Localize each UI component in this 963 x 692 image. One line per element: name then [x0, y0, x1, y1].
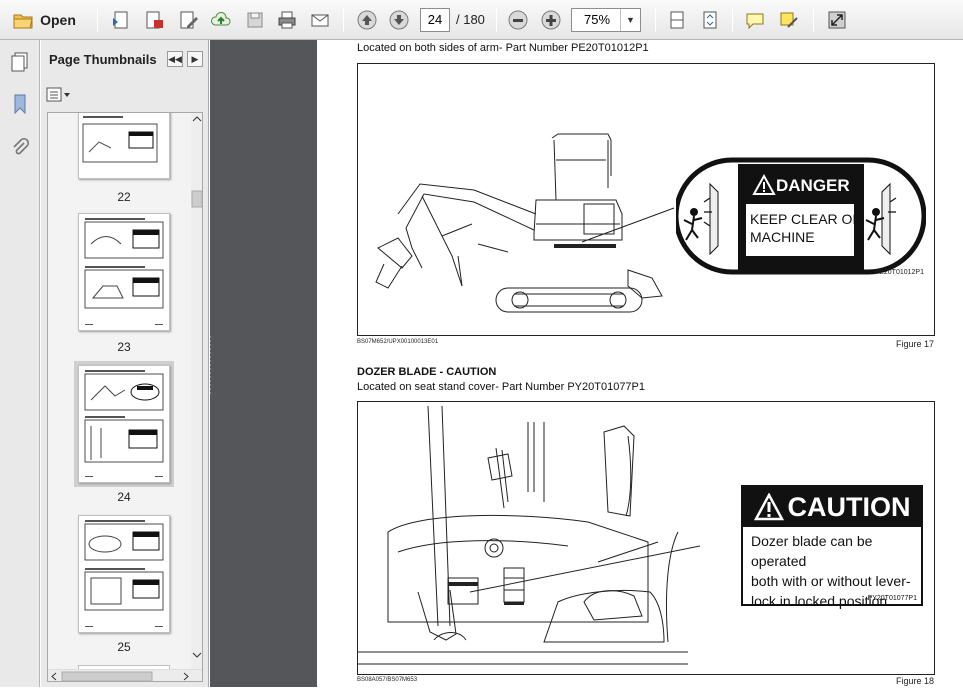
open-button[interactable]: Open: [6, 7, 82, 33]
thumbnails-panel: Page Thumbnails ◀◀ ▶ 22 23 24 25: [41, 40, 209, 687]
plus-circle-icon: [541, 10, 561, 30]
danger-line1: KEEP CLEAR OF: [750, 211, 861, 227]
thumbnail-page[interactable]: [78, 213, 170, 331]
create-pdf-icon: [113, 11, 128, 29]
envelope-icon: [311, 14, 329, 27]
fig17-label: Figure 17: [896, 339, 935, 349]
thumbnail-page[interactable]: [78, 515, 170, 633]
danger-label-graphic: DANGER KEEP CLEAR OF MACHINE: [676, 157, 926, 275]
options-menu-icon: [46, 87, 70, 102]
caution-line1: Dozer blade can be operated: [751, 533, 873, 569]
print-button[interactable]: [274, 7, 300, 33]
main-toolbar: Open 24 / 180 75% ▼: [0, 0, 963, 40]
panel-options-button[interactable]: [46, 86, 74, 104]
caution-part-code: PY20T01077P1: [867, 595, 917, 602]
attachments-button[interactable]: [6, 134, 34, 162]
printer-icon: [278, 11, 296, 29]
thumbnail-page-selected[interactable]: [78, 365, 170, 483]
open-label: Open: [40, 12, 76, 28]
speech-bubble-icon: [746, 13, 764, 30]
fig18-label: Figure 18: [896, 676, 935, 686]
figure17-box: DANGER KEEP CLEAR OF MACHINE PE20T01012P…: [357, 63, 935, 336]
fit-page-icon: [703, 11, 717, 29]
navigation-rail: [0, 40, 40, 687]
bookmarks-button[interactable]: [6, 90, 34, 118]
pages-icon: [11, 52, 28, 72]
warning-triangle-icon: [753, 493, 784, 521]
figure18-caption: Located on seat stand cover- Part Number…: [357, 381, 646, 393]
thumbnail-list[interactable]: 22 23 24 25: [47, 112, 203, 682]
thumbnail-page[interactable]: [78, 113, 170, 179]
horizontal-scrollbar[interactable]: [48, 669, 202, 681]
paperclip-icon: [13, 137, 30, 155]
fit-page-button[interactable]: [697, 7, 723, 33]
caution-title: CAUTION: [787, 491, 911, 522]
scroll-mode-icon: [670, 11, 684, 29]
edit-pdf-icon: [180, 11, 198, 29]
floppy-disk-icon: [247, 12, 263, 28]
caution-header: CAUTION: [743, 487, 921, 527]
caution-line2: both with or without lever-: [751, 573, 911, 589]
chevron-down-icon[interactable]: ▼: [620, 9, 640, 31]
fullscreen-button[interactable]: [824, 7, 850, 33]
highlighter-icon: [780, 12, 798, 28]
caution-label: CAUTION Dozer blade can be operated both…: [741, 485, 923, 609]
bookmark-icon: [14, 94, 26, 115]
danger-title: DANGER: [776, 176, 850, 195]
page-total: / 180: [456, 12, 485, 27]
expand-icon: [828, 11, 846, 29]
thumbnail-page-number: 24: [117, 490, 131, 504]
thumbnail-page-number: 22: [117, 190, 131, 204]
zoom-in-button[interactable]: [538, 7, 564, 33]
zoom-value: 75%: [584, 12, 611, 27]
fit-width-button[interactable]: [664, 7, 690, 33]
cloud-upload-icon: [211, 11, 231, 26]
thumbnail-page-number: 23: [117, 340, 131, 354]
expand-panel-button[interactable]: ▶: [187, 51, 203, 67]
comment-button[interactable]: [742, 7, 768, 33]
vertical-scrollbar[interactable]: [191, 113, 202, 673]
panel-splitter[interactable]: [209, 40, 212, 687]
document-gutter: [210, 40, 317, 687]
export-pdf-button[interactable]: [141, 7, 167, 33]
figure17-caption: Located on both sides of arm- Part Numbe…: [357, 42, 649, 54]
fig18-reference: BS08A057/BS07M653: [357, 677, 418, 683]
upload-button[interactable]: [208, 7, 234, 33]
next-page-button[interactable]: [386, 7, 412, 33]
page-thumbnails-button[interactable]: [6, 48, 34, 76]
edit-pdf-button[interactable]: [175, 7, 201, 33]
arrow-up-circle-icon: [357, 10, 377, 30]
thumbnail-page-number: 25: [117, 640, 131, 654]
save-button[interactable]: [242, 7, 268, 33]
collapse-panel-button[interactable]: ◀◀: [167, 51, 183, 67]
figure18-box: CAUTION Dozer blade can be operated both…: [357, 401, 935, 675]
fig17-reference: BS07M652/UPX00100013E01: [357, 339, 439, 345]
create-pdf-button[interactable]: [108, 7, 134, 33]
email-button[interactable]: [307, 7, 333, 33]
export-pdf-icon: [146, 11, 163, 29]
folder-icon: [13, 14, 33, 29]
zoom-select[interactable]: 75% ▼: [571, 8, 641, 32]
minus-circle-icon: [508, 10, 528, 30]
zoom-out-button[interactable]: [505, 7, 531, 33]
panel-title: Page Thumbnails: [49, 52, 157, 67]
previous-page-button[interactable]: [354, 7, 380, 33]
document-page[interactable]: Located on both sides of arm- Part Numbe…: [317, 40, 963, 687]
arrow-down-circle-icon: [389, 10, 409, 30]
page-number-input[interactable]: 24: [420, 8, 450, 32]
fig17-part-code: PE20T01012P1: [874, 269, 924, 276]
danger-line2: MACHINE: [750, 229, 815, 245]
highlight-button[interactable]: [776, 7, 802, 33]
figure18-heading: DOZER BLADE - CAUTION: [357, 366, 497, 378]
